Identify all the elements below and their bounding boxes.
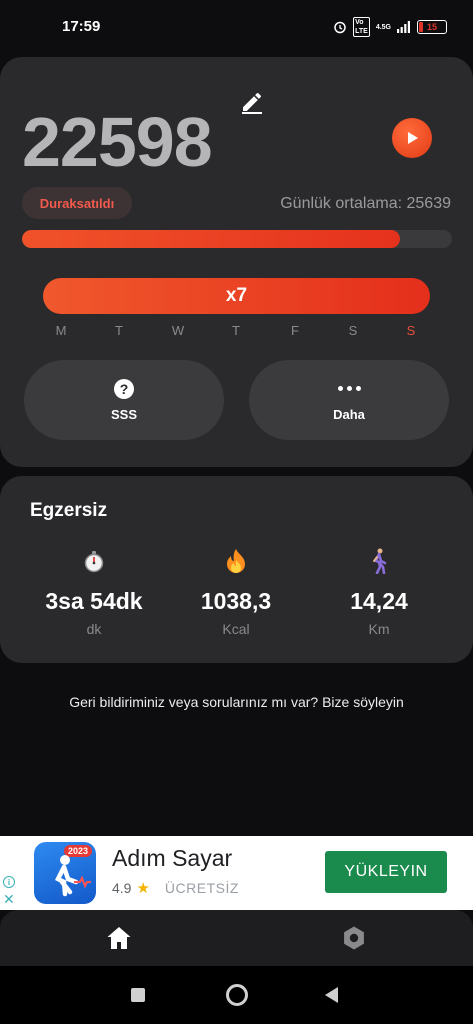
exercise-calories: 1038,3 Kcal	[161, 548, 311, 637]
weekday-label-today: S	[406, 323, 416, 338]
ad-close-icon[interactable]: ✕	[3, 892, 15, 906]
streak-label: x7	[225, 285, 248, 306]
more-label: Daha	[333, 406, 365, 422]
back-button[interactable]	[325, 987, 338, 1003]
weekday-label: F	[291, 323, 299, 338]
exercise-title: Egzersiz	[30, 500, 108, 521]
walking-person-icon	[54, 855, 91, 897]
battery-level: 15	[426, 22, 437, 32]
steps-progress-bar	[22, 230, 452, 248]
edit-icon[interactable]	[240, 90, 264, 114]
settings-icon[interactable]	[341, 925, 367, 951]
distance-unit: Km	[368, 621, 390, 637]
weekday-label: S	[348, 323, 358, 338]
weekday-label: W	[171, 323, 185, 338]
exercise-duration: 3sa 54dk dk	[19, 548, 169, 637]
stopwatch-icon	[84, 551, 104, 573]
step-count: 22598	[22, 103, 213, 181]
paused-status-badge[interactable]: Duraksatıldı	[22, 187, 132, 219]
status-time: 17:59	[62, 18, 101, 35]
exercise-distance: 14,24 Km	[304, 548, 454, 637]
walking-person-icon	[373, 548, 387, 574]
more-icon	[337, 379, 361, 399]
ad-title[interactable]: Adım Sayar	[112, 845, 232, 872]
faq-button[interactable]: ? SSS	[24, 360, 224, 440]
more-button[interactable]: Daha	[249, 360, 449, 440]
ad-rating-value: 4.9	[112, 880, 132, 896]
status-bar: 17:59 Vo LTE 4.5G 15	[0, 0, 473, 56]
home-icon[interactable]	[106, 925, 132, 951]
ad-price: ÜCRETSİZ	[164, 880, 239, 896]
ad-info-icon[interactable]: i	[3, 876, 15, 888]
status-icons: Vo LTE 4.5G 15	[333, 17, 447, 37]
system-home-button[interactable]	[226, 984, 248, 1006]
ad-app-icon[interactable]: 2023	[34, 842, 96, 904]
daily-average: Günlük ortalama: 25639	[280, 195, 451, 212]
calories-value: 1038,3	[200, 588, 272, 614]
alarm-icon	[334, 21, 346, 34]
duration-unit: dk	[86, 621, 102, 637]
ad-install-button[interactable]: YÜKLEYIN	[325, 851, 447, 893]
weekday-label: T	[115, 323, 123, 338]
calories-unit: Kcal	[222, 621, 250, 637]
network-type: 4.5G	[375, 23, 391, 31]
help-icon: ?	[114, 378, 134, 399]
feedback-link[interactable]: Geri bildiriminiz veya sorularınız mı va…	[60, 692, 413, 712]
faq-label: SSS	[110, 406, 137, 422]
bottom-navigation	[0, 910, 473, 966]
signal-icon	[397, 21, 410, 33]
steps-progress-fill	[22, 230, 401, 248]
play-icon	[408, 132, 418, 144]
volte-icon: Vo LTE	[353, 17, 370, 37]
ad-rating: 4.9 ★ ÜCRETSİZ	[112, 879, 239, 897]
battery-icon: 15	[417, 20, 447, 34]
weekday-label: M	[55, 323, 67, 338]
fire-icon	[227, 549, 245, 573]
recent-apps-button[interactable]	[131, 988, 145, 1002]
streak-bar: x7	[43, 278, 430, 314]
distance-value: 14,24	[350, 588, 408, 614]
star-icon: ★	[136, 880, 150, 897]
resume-button[interactable]	[392, 118, 432, 158]
duration-value: 3sa 54dk	[45, 588, 143, 614]
weekday-row: M T W T F S S	[33, 323, 440, 343]
weekday-label: T	[232, 323, 240, 338]
